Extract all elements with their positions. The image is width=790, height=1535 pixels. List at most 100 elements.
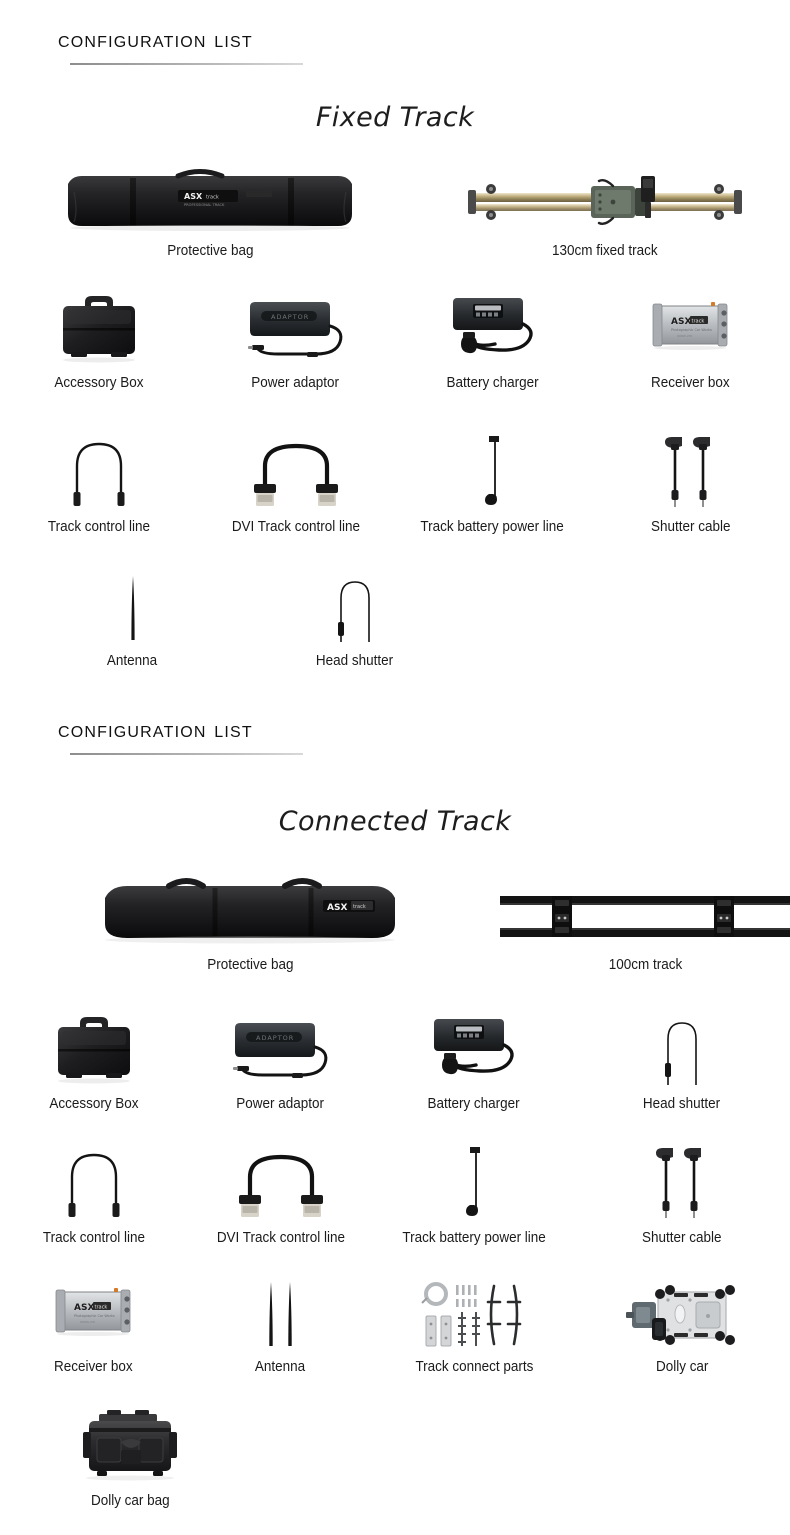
antenna-double-icon <box>257 1280 305 1350</box>
svg-text:ASX: ASX <box>74 1303 94 1313</box>
product-item-dvi-control-line[interactable]: DVI Track control line <box>197 424 394 536</box>
product-row: Track control line DVI Track control lin… <box>0 1135 790 1247</box>
battery-power-line-icon <box>454 1143 494 1221</box>
product-item-protective-bag[interactable]: ASX track PROFESSIONAL TRACK Protective … <box>0 152 420 260</box>
product-label: Dolly car bag <box>90 1493 170 1510</box>
product-label: Head shutter <box>643 1096 721 1113</box>
svg-text:ADAPTOR: ADAPTOR <box>271 313 309 321</box>
title-divider <box>70 63 303 65</box>
battery-charger-icon <box>424 1013 524 1087</box>
product-row: Accessory Box ADAPTOR Power adaptor Batt… <box>0 282 790 392</box>
product-item-power-adaptor[interactable]: ADAPTOR Power adaptor <box>197 282 394 392</box>
product-item-accessory-box-2[interactable]: Accessory Box <box>0 1003 187 1113</box>
product-label: Power adaptor <box>236 1096 325 1113</box>
svg-text:track: track <box>353 904 366 910</box>
product-label: Accessory Box <box>53 375 144 392</box>
product-item-antenna-2[interactable]: Antenna <box>187 1268 374 1376</box>
svg-text:track: track <box>94 1305 107 1311</box>
product-label: Shutter cable <box>642 1230 722 1247</box>
product-label: Battery charger <box>427 1096 521 1113</box>
product-item-head-shutter[interactable]: Head shutter <box>265 562 445 670</box>
product-label: DVI Track control line <box>216 1230 345 1247</box>
svg-text:track: track <box>206 195 219 201</box>
product-label: Antenna <box>107 653 158 670</box>
svg-text:ASX: ASX <box>327 903 347 913</box>
dvi-cable-icon <box>241 432 351 510</box>
battery-power-line-icon <box>473 432 513 510</box>
product-row: ASX track PROFESSIONAL TRACK Protective … <box>0 152 790 260</box>
product-label: Dolly car <box>655 1359 709 1376</box>
protective-bag-long-icon: ASX track PROFESSIONAL TRACK <box>60 162 360 234</box>
product-item-track-control-line[interactable]: Track control line <box>0 424 197 536</box>
product-label: Receiver box <box>651 375 730 392</box>
svg-text:WWW-LTD: WWW-LTD <box>80 1320 96 1324</box>
product-item-receiver-box[interactable]: ASX track Photographic Car Works WWW-LTD… <box>591 282 790 392</box>
product-row: ASX track Protective bag 100cm track <box>0 862 790 974</box>
product-row: ASX track Photographic Car Works WWW-LTD… <box>0 1268 790 1376</box>
product-item-dvi-control-line-2[interactable]: DVI Track control line <box>187 1135 374 1247</box>
product-label: Head shutter <box>316 653 394 670</box>
receiver-box-icon: ASX track Photographic Car Works WWW-LTD <box>645 292 737 366</box>
product-label: Receiver box <box>54 1359 133 1376</box>
svg-text:Photographic Car Works: Photographic Car Works <box>671 328 712 332</box>
product-row: Dolly car bag <box>0 1398 790 1510</box>
product-item-antenna[interactable]: Antenna <box>0 562 265 670</box>
section-header-2: Configuration list <box>0 716 790 755</box>
product-item-100cm-track[interactable]: 100cm track <box>500 862 790 974</box>
product-label: DVI Track control line <box>231 519 360 536</box>
connected-track-rail-icon <box>500 884 790 948</box>
power-adaptor-icon: ADAPTOR <box>241 292 351 366</box>
page-title-2: Configuration list <box>58 716 253 742</box>
fixed-track-rail-icon <box>455 164 755 234</box>
product-label: Track control line <box>42 1230 145 1247</box>
product-row: Accessory Box ADAPTOR Power adaptor Batt… <box>0 1003 790 1113</box>
svg-text:ASX: ASX <box>184 192 203 201</box>
product-item-track-connect-parts[interactable]: Track connect parts <box>374 1268 574 1376</box>
title-divider-2 <box>70 753 303 755</box>
section-header-1: Configuration list <box>0 26 790 65</box>
power-adaptor-icon: ADAPTOR <box>226 1013 336 1087</box>
section-subtitle-connected-track: Connected Track <box>278 806 512 837</box>
dolly-car-bag-icon <box>77 1408 183 1484</box>
product-row: Antenna Head shutter <box>0 562 790 670</box>
svg-text:Photographic Car Works: Photographic Car Works <box>74 1314 115 1318</box>
product-item-track-control-line-2[interactable]: Track control line <box>0 1135 187 1247</box>
product-row: Track control line DVI Track control lin… <box>0 424 790 536</box>
product-item-dolly-car[interactable]: Dolly car <box>574 1268 790 1376</box>
svg-text:ASX: ASX <box>671 317 691 327</box>
svg-text:track: track <box>691 319 704 325</box>
product-label: Antenna <box>255 1359 306 1376</box>
accessory-case-icon <box>50 1013 138 1087</box>
svg-text:PROFESSIONAL TRACK: PROFESSIONAL TRACK <box>184 203 225 207</box>
product-item-track-battery-power-line-2[interactable]: Track battery power line <box>374 1135 574 1247</box>
product-item-power-adaptor-2[interactable]: ADAPTOR Power adaptor <box>187 1003 374 1113</box>
product-item-receiver-box-2[interactable]: ASX track Photographic Car Works WWW-LTD… <box>0 1268 187 1376</box>
product-label: 100cm track <box>608 957 682 974</box>
antenna-single-icon <box>121 572 145 644</box>
product-item-fixed-track[interactable]: 130cm fixed track <box>420 152 790 260</box>
product-item-shutter-cable-2[interactable]: Shutter cable <box>574 1135 790 1247</box>
product-label: Power adaptor <box>251 375 340 392</box>
product-item-track-battery-power-line[interactable]: Track battery power line <box>394 424 591 536</box>
product-item-battery-charger-2[interactable]: Battery charger <box>374 1003 574 1113</box>
configuration-list-page: Configuration list Fixed Track <box>0 0 790 1535</box>
receiver-box-icon: ASX track Photographic Car Works WWW-LTD <box>48 1280 140 1350</box>
head-shutter-icon <box>654 1013 710 1087</box>
product-label: Shutter cable <box>650 519 731 536</box>
product-item-head-shutter-2[interactable]: Head shutter <box>574 1003 790 1113</box>
dolly-car-icon <box>622 1280 742 1350</box>
product-label: Protective bag <box>206 957 294 974</box>
product-item-battery-charger[interactable]: Battery charger <box>394 282 591 392</box>
product-item-shutter-cable[interactable]: Shutter cable <box>591 424 790 536</box>
dvi-cable-icon <box>226 1143 336 1221</box>
product-label: 130cm fixed track <box>552 243 658 260</box>
track-connect-parts-icon <box>414 1280 534 1350</box>
shutter-cable-icon <box>644 1143 720 1221</box>
product-item-accessory-box[interactable]: Accessory Box <box>0 282 197 392</box>
product-item-protective-bag-2[interactable]: ASX track Protective bag <box>0 862 500 974</box>
product-label: Track battery power line <box>402 1230 546 1247</box>
product-label: Accessory Box <box>48 1096 139 1113</box>
product-item-dolly-car-bag[interactable]: Dolly car bag <box>0 1398 260 1510</box>
protective-bag-short-icon: ASX track <box>95 872 405 948</box>
product-label: Track control line <box>47 519 150 536</box>
